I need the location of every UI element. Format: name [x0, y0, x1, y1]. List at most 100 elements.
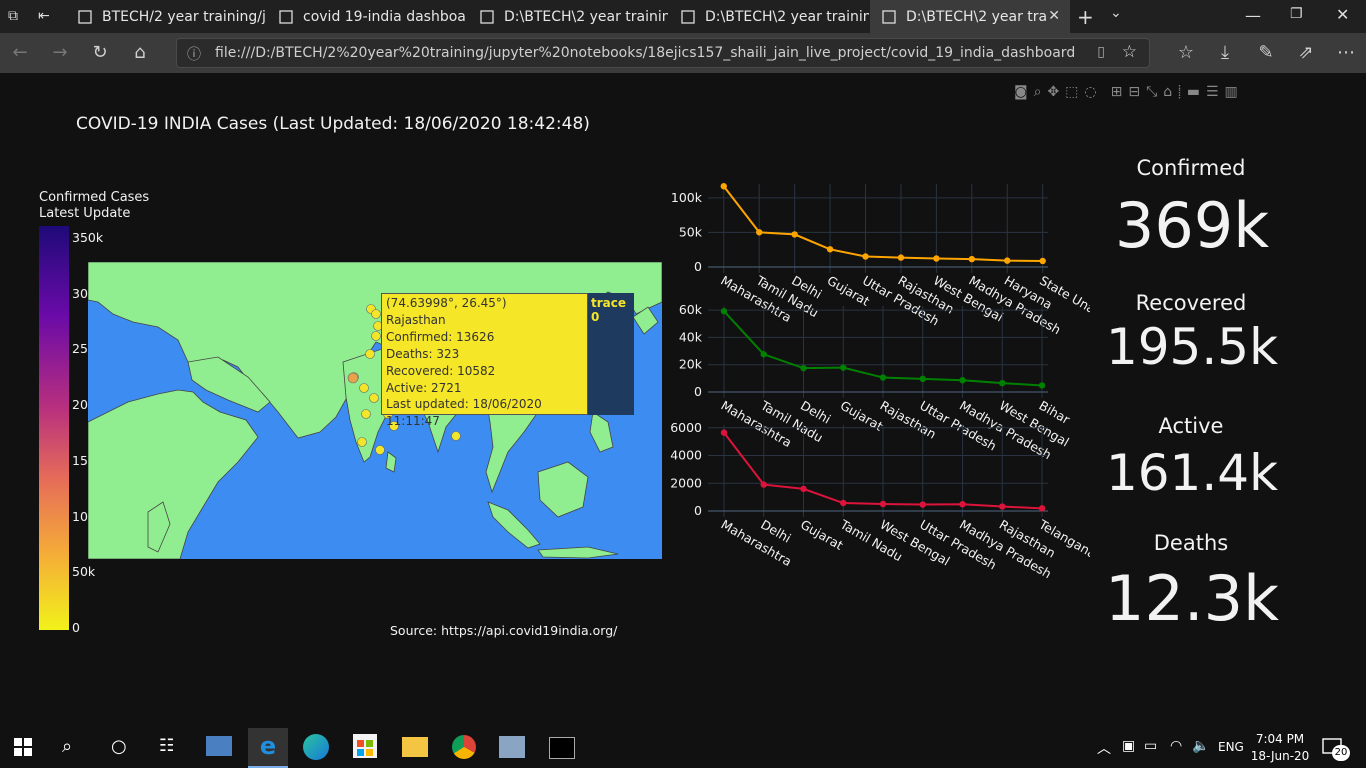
refresh-icon[interactable]: ↻	[88, 41, 112, 65]
data-point	[756, 229, 763, 236]
favorites-icon[interactable]: ☆	[1174, 41, 1198, 65]
state-marker[interactable]	[359, 383, 369, 393]
address-field[interactable]: ⓘ file:///D:/BTECH/2%20year%20training/j…	[176, 38, 1150, 68]
lasso-icon[interactable]: ◌	[1084, 84, 1102, 100]
home-icon[interactable]: ⌂	[128, 41, 152, 65]
info-icon[interactable]: ⓘ	[187, 44, 201, 64]
clock[interactable]: 7:04 PM 18-Jun-20	[1250, 731, 1310, 765]
spike-lines-icon[interactable]: ⸽	[1178, 84, 1187, 100]
line-charts[interactable]: 100k50k0MaharashtraTamil NaduDelhi Gujara…	[660, 170, 1090, 590]
data-point	[800, 364, 807, 372]
data-point	[999, 379, 1006, 387]
restore-icon[interactable]: ❐	[1290, 6, 1303, 22]
set-tabs-aside-icon[interactable]: ⇤	[38, 8, 56, 24]
y-tick-label: 2000	[670, 475, 702, 490]
back-icon[interactable]: ←	[8, 41, 32, 65]
reset-axes-icon[interactable]: ⌂	[1163, 84, 1178, 100]
tab-2[interactable]: covid 19-india dashboar	[267, 0, 467, 33]
forward-icon[interactable]: →	[48, 41, 72, 65]
state-marker[interactable]	[361, 409, 371, 419]
windows-start-icon[interactable]	[14, 738, 32, 760]
y-tick-label: 40k	[679, 329, 703, 344]
y-tick-label: 50k	[679, 224, 703, 239]
colorbar-title-line2: Latest Update	[39, 206, 131, 221]
zoom-in-icon[interactable]: ⊞	[1111, 84, 1129, 100]
tab-actions-icon[interactable]: ⧉	[8, 8, 26, 24]
tab-3[interactable]: D:\BTECH\2 year trainin	[468, 0, 668, 33]
state-marker[interactable]	[451, 431, 461, 441]
tooltip-trace-label: trace 0	[591, 296, 627, 324]
battery-icon[interactable]: ▭	[1144, 738, 1157, 754]
edge-beta-icon[interactable]	[303, 734, 329, 760]
y-tick-label: 20k	[679, 357, 703, 372]
search-icon[interactable]: ⌕	[62, 736, 72, 757]
downloads-icon[interactable]: ⤓	[1213, 41, 1237, 65]
y-tick-label: 0	[694, 259, 702, 274]
new-tab-icon[interactable]: +	[1077, 5, 1094, 29]
data-point	[840, 364, 847, 371]
chrome-icon[interactable]	[452, 735, 476, 759]
colorbar-title-line1: Confirmed Cases	[39, 190, 150, 205]
autoscale-icon[interactable]: ⤡	[1146, 84, 1163, 100]
share-icon[interactable]: ⇗	[1294, 41, 1318, 65]
url-text: file:///D:/BTECH/2%20year%20training/jup…	[215, 45, 1075, 61]
state-marker[interactable]	[365, 349, 375, 359]
favorite-star-icon[interactable]: ☆	[1122, 42, 1137, 62]
tab-1[interactable]: BTECH/2 year training/ju	[66, 0, 266, 33]
dashboard-title: COVID-19 INDIA Cases (Last Updated: 18/0…	[76, 114, 590, 134]
pen-icon[interactable]: ✎	[1254, 41, 1278, 65]
action-center-icon[interactable]: 20	[1322, 737, 1352, 761]
plotly-logo-icon[interactable]: ▥	[1225, 84, 1244, 100]
explorer-pc-icon[interactable]	[206, 736, 232, 756]
hover-closest-icon[interactable]: ▬	[1187, 84, 1206, 100]
app-monitor-icon[interactable]	[499, 736, 525, 758]
terminal-icon[interactable]	[549, 737, 575, 759]
state-marker[interactable]	[369, 393, 379, 403]
kpi-recovered-value: 195.5k	[1105, 318, 1279, 376]
state-marker[interactable]	[347, 372, 359, 384]
notification-count: 20	[1332, 745, 1350, 761]
camera-icon[interactable]: ◙	[1014, 84, 1034, 100]
box-select-icon[interactable]: ⬚	[1065, 84, 1084, 100]
minimize-icon[interactable]: —	[1245, 6, 1261, 25]
tab-label: D:\BTECH\2 year trainin	[504, 8, 668, 25]
tab-list-chevron-icon[interactable]: ⌄	[1110, 5, 1122, 21]
state-marker[interactable]	[371, 331, 381, 341]
task-view-icon[interactable]: ☷	[159, 736, 174, 756]
data-point	[826, 246, 834, 253]
language-indicator[interactable]: ENG	[1218, 740, 1244, 754]
close-tab-icon[interactable]: ✕	[1048, 8, 1060, 24]
wifi-icon[interactable]: ◠	[1170, 738, 1182, 754]
edge-legacy-icon[interactable]: e	[248, 728, 288, 768]
volume-icon[interactable]: 🔈	[1192, 738, 1209, 754]
pan-icon[interactable]: ✥	[1047, 84, 1065, 100]
y-tick-label: 6000	[670, 420, 702, 435]
state-marker[interactable]	[371, 309, 381, 319]
tab-5-active[interactable]: D:\BTECH\2 year trai ✕	[870, 0, 1070, 33]
cortana-icon[interactable]: ○	[111, 736, 127, 757]
file-explorer-icon[interactable]	[402, 737, 428, 757]
hover-compare-icon[interactable]: ☰	[1206, 84, 1225, 100]
kpi-active-value: 161.4k	[1105, 444, 1279, 502]
store-icon[interactable]	[353, 734, 377, 758]
data-point	[879, 374, 887, 381]
zoom-icon[interactable]: ⌕	[1034, 84, 1048, 100]
window-close-icon[interactable]: ✕	[1336, 5, 1349, 24]
tab-label: D:\BTECH\2 year trai	[906, 8, 1046, 25]
tab-4[interactable]: D:\BTECH\2 year trainin	[669, 0, 869, 33]
colorbar-tick: 0	[72, 620, 80, 635]
tray-app-icon[interactable]: ▣	[1122, 738, 1135, 754]
state-marker[interactable]	[357, 437, 367, 447]
kpi-deaths-value: 12.3k	[1105, 562, 1279, 635]
tooltip-confirmed: Confirmed: 13626	[386, 329, 495, 344]
tooltip-active: Active: 2721	[386, 380, 462, 395]
reading-view-icon[interactable]: ▯	[1097, 44, 1105, 60]
state-marker[interactable]	[375, 445, 385, 455]
more-menu-icon[interactable]: ⋯	[1334, 41, 1358, 65]
kpi-recovered-label: Recovered	[1135, 291, 1247, 315]
tray-chevron-icon[interactable]: ︿	[1097, 738, 1111, 758]
kpi-deaths-label: Deaths	[1153, 531, 1229, 555]
tooltip-trace-box: trace 0	[588, 293, 634, 415]
source-note: Source: https://api.covid19india.org/	[390, 623, 618, 638]
zoom-out-icon[interactable]: ⊟	[1128, 84, 1146, 100]
